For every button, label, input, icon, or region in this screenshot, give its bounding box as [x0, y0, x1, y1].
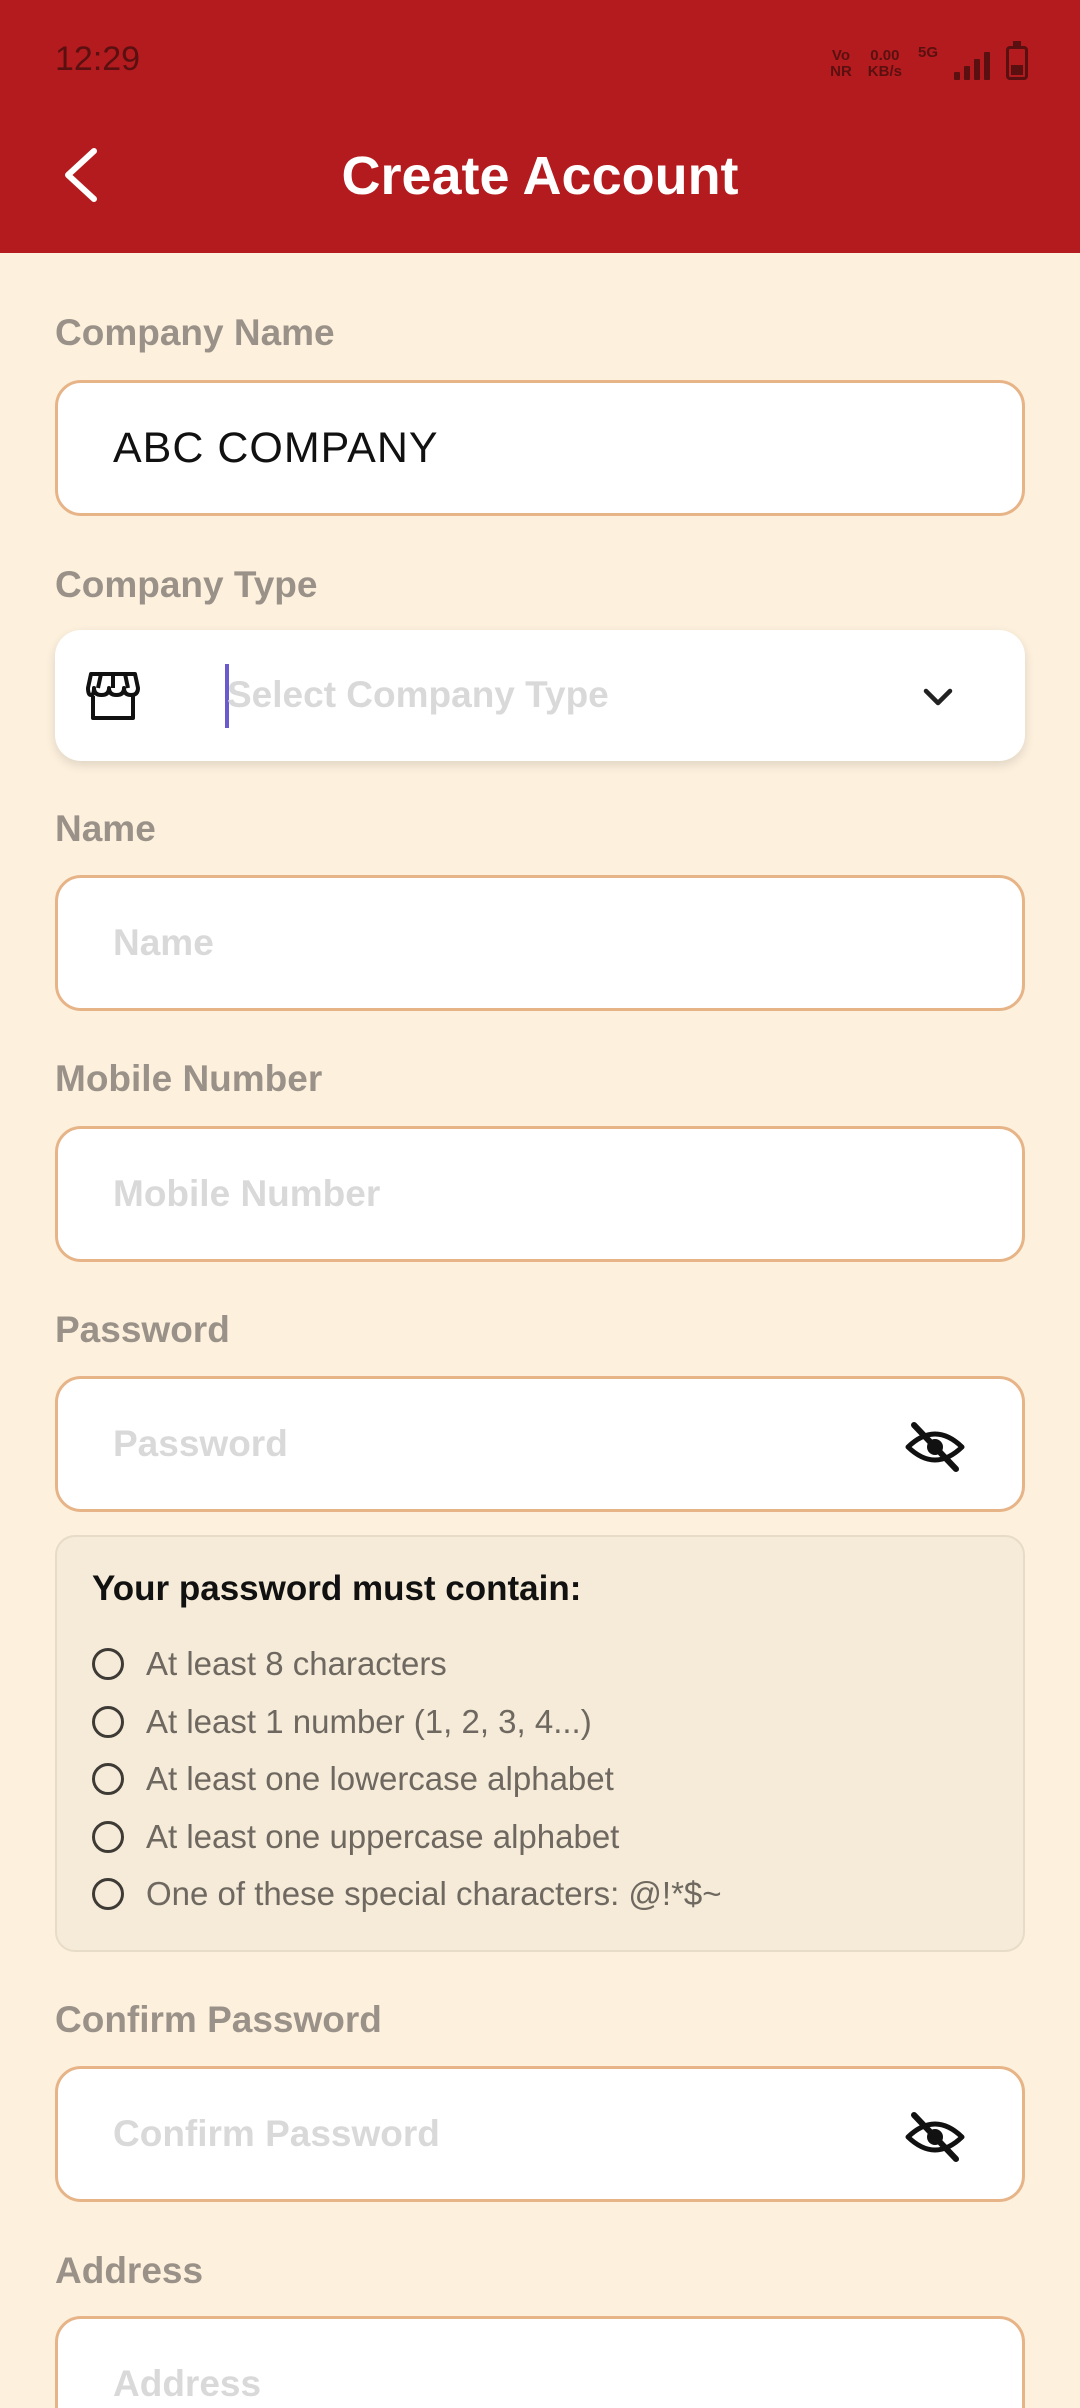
mobile-number-input[interactable]	[113, 1129, 873, 1259]
requirement-item: At least one uppercase alphabet	[92, 1818, 619, 1856]
confirm-password-field[interactable]	[55, 2066, 1025, 2202]
signal-icon	[954, 48, 990, 80]
requirement-item: At least 8 characters	[92, 1645, 447, 1683]
network-speed: 0.00 KB/s	[867, 47, 902, 80]
password-field[interactable]	[55, 1376, 1025, 1512]
company-name-input[interactable]	[113, 383, 873, 513]
status-icons: Vo NR 0.00 KB/s 5G	[830, 41, 1028, 80]
company-type-select[interactable]: Select Company Type	[55, 630, 1025, 761]
company-name-field[interactable]	[55, 380, 1025, 516]
vonr-indicator: Vo NR	[830, 47, 852, 80]
confirm-password-label: Confirm Password	[55, 1999, 382, 2040]
name-input[interactable]	[113, 878, 873, 1008]
company-type-label: Company Type	[55, 564, 318, 605]
unchecked-circle-icon	[92, 1763, 124, 1795]
network-type: 5G	[917, 44, 938, 61]
company-type-placeholder: Select Company Type	[227, 674, 609, 715]
requirement-item: At least one lowercase alphabet	[92, 1760, 614, 1798]
eye-off-icon[interactable]	[904, 1419, 966, 1475]
password-input[interactable]	[113, 1379, 873, 1509]
address-input[interactable]	[113, 2319, 873, 2408]
chevron-down-icon	[923, 688, 953, 706]
battery-icon	[1006, 41, 1028, 80]
password-label: Password	[55, 1309, 230, 1350]
mobile-number-label: Mobile Number	[55, 1058, 323, 1099]
name-field[interactable]	[55, 875, 1025, 1011]
unchecked-circle-icon	[92, 1821, 124, 1853]
address-label: Address	[55, 2250, 204, 2291]
address-field[interactable]	[55, 2316, 1025, 2408]
status-time: 12:29	[55, 40, 141, 78]
unchecked-circle-icon	[92, 1648, 124, 1680]
unchecked-circle-icon	[92, 1878, 124, 1910]
confirm-password-input[interactable]	[113, 2069, 873, 2199]
mobile-number-field[interactable]	[55, 1126, 1025, 1262]
password-requirements: Your password must contain: At least 8 c…	[55, 1535, 1025, 1952]
company-name-label: Company Name	[55, 312, 335, 353]
store-icon	[86, 672, 140, 720]
page-title: Create Account	[341, 146, 739, 206]
requirement-item: One of these special characters: @!*$~	[92, 1875, 722, 1913]
app-bar: 12:29 Vo NR 0.00 KB/s 5G Create Account	[0, 0, 1080, 253]
unchecked-circle-icon	[92, 1706, 124, 1738]
name-label: Name	[55, 808, 156, 849]
requirement-item: At least 1 number (1, 2, 3, 4...)	[92, 1703, 592, 1741]
password-requirements-title: Your password must contain:	[92, 1569, 582, 1608]
eye-off-icon[interactable]	[904, 2109, 966, 2165]
